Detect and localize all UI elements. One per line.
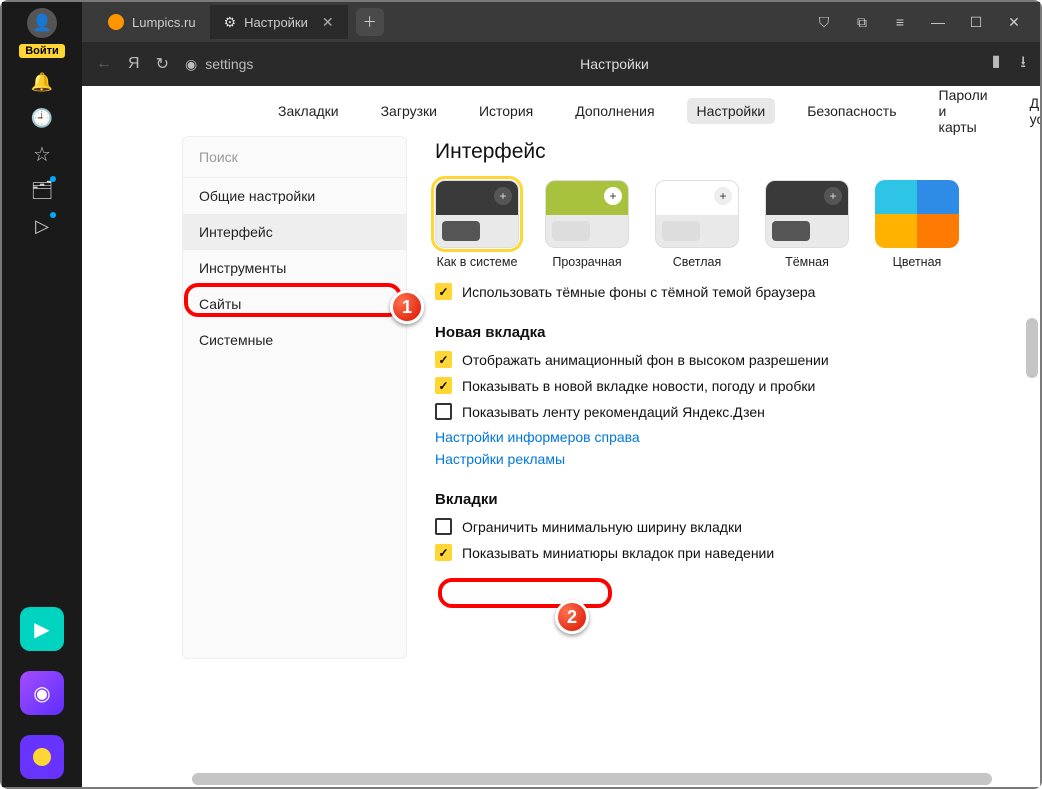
- new-tab-button[interactable]: ＋: [356, 8, 384, 36]
- nav-security[interactable]: Безопасность: [797, 98, 906, 124]
- page-title: Настройки: [269, 56, 959, 72]
- checkbox-dark-bg[interactable]: [435, 283, 452, 300]
- tab-label: Настройки: [244, 15, 308, 30]
- sidebar-item-interface[interactable]: Интерфейс: [183, 214, 406, 250]
- settings-sidebar: Поиск Общие настройки Интерфейс Инструме…: [182, 136, 407, 659]
- browser-window: Lumpics.ru ⚙ Настройки ✕ ＋ ⛉ ⧉ ≡ — ☐ ✕ ←…: [82, 2, 1040, 787]
- sidebar-item-general[interactable]: Общие настройки: [183, 178, 406, 214]
- nav-bookmarks[interactable]: Закладки: [268, 98, 349, 124]
- gear-icon: ⚙: [224, 14, 237, 31]
- settings-main: Интерфейс +↻ Как в системе +↻ Прозрачная…: [435, 136, 1040, 659]
- checkbox-label: Использовать тёмные фоны с тёмной темой …: [462, 284, 815, 300]
- yandex-icon[interactable]: Я: [128, 55, 140, 73]
- theme-picker: +↻ Как в системе +↻ Прозрачная +↻ Светла…: [435, 180, 1022, 269]
- checkbox-news[interactable]: [435, 377, 452, 394]
- nav-history[interactable]: История: [469, 98, 543, 124]
- back-button[interactable]: ←: [96, 55, 112, 73]
- bookmark-icon[interactable]: ▮: [992, 51, 1001, 78]
- download-icon[interactable]: ⭳: [1020, 51, 1026, 78]
- menu-icon[interactable]: ≡: [892, 14, 908, 31]
- theme-dark[interactable]: +↻ Тёмная: [765, 180, 849, 269]
- tab-bar: Lumpics.ru ⚙ Настройки ✕ ＋ ⛉ ⧉ ≡ — ☐ ✕: [82, 2, 1040, 42]
- nav-passwords[interactable]: Пароли и карты: [929, 86, 998, 140]
- close-icon[interactable]: ✕: [322, 14, 334, 31]
- minimize-button[interactable]: —: [930, 14, 946, 31]
- avatar[interactable]: 👤: [27, 8, 57, 38]
- login-badge[interactable]: Войти: [19, 44, 65, 58]
- copy-icon[interactable]: ⧉: [854, 14, 870, 31]
- docs-icon[interactable]: 🗂: [30, 178, 54, 202]
- address-bar: ← Я ↻ ◉ settings Настройки ▮ ⭳: [82, 42, 1040, 86]
- tab-settings[interactable]: ⚙ Настройки ✕: [210, 5, 348, 39]
- nav-settings[interactable]: Настройки: [687, 98, 776, 124]
- star-icon[interactable]: ☆: [30, 142, 54, 166]
- nav-downloads[interactable]: Загрузки: [371, 98, 447, 124]
- bell-icon[interactable]: 🔔: [30, 70, 54, 94]
- search-input[interactable]: Поиск: [183, 137, 406, 178]
- theme-color[interactable]: Цветная: [875, 180, 959, 269]
- app-tile-3[interactable]: [20, 735, 64, 779]
- app-tile-1[interactable]: ▶: [20, 607, 64, 651]
- checkbox-anim[interactable]: [435, 351, 452, 368]
- nav-other[interactable]: Другие ус: [1020, 90, 1040, 132]
- subsection-newtab: Новая вкладка: [435, 324, 1022, 341]
- shield-icon[interactable]: ⛉: [816, 14, 832, 31]
- link-informers[interactable]: Настройки информеров справа: [435, 429, 1022, 445]
- maximize-button[interactable]: ☐: [968, 14, 984, 31]
- sidebar-item-system[interactable]: Системные: [183, 322, 406, 358]
- app-tile-2[interactable]: ◉: [20, 671, 64, 715]
- theme-label: Светлая: [673, 255, 722, 269]
- subsection-tabs: Вкладки: [435, 491, 1022, 508]
- checkbox-label: Отображать анимационный фон в высоком ра…: [462, 352, 829, 368]
- section-title: Интерфейс: [435, 140, 1022, 164]
- horizontal-scrollbar[interactable]: [192, 773, 992, 785]
- theme-label: Тёмная: [785, 255, 829, 269]
- vertical-scrollbar[interactable]: [1026, 318, 1038, 378]
- theme-label: Цветная: [893, 255, 942, 269]
- theme-label: Прозрачная: [552, 255, 621, 269]
- theme-light[interactable]: +↻ Светлая: [655, 180, 739, 269]
- sidebar-item-sites[interactable]: Сайты: [183, 286, 406, 322]
- close-button[interactable]: ✕: [1006, 14, 1022, 31]
- checkbox-label: Показывать в новой вкладке новости, пого…: [462, 378, 815, 394]
- nav-addons[interactable]: Дополнения: [565, 98, 664, 124]
- tab-label: Lumpics.ru: [132, 15, 196, 30]
- theme-transparent[interactable]: +↻ Прозрачная: [545, 180, 629, 269]
- settings-topnav: Закладки Загрузки История Дополнения Нас…: [82, 86, 1040, 136]
- favicon-icon: [108, 14, 124, 30]
- play-icon[interactable]: ▷: [30, 214, 54, 238]
- checkbox-minwidth[interactable]: [435, 518, 452, 535]
- theme-label: Как в системе: [437, 255, 518, 269]
- checkbox-label: Показывать миниатюры вкладок при наведен…: [462, 545, 774, 561]
- tab-lumpics[interactable]: Lumpics.ru: [94, 5, 210, 39]
- url-box[interactable]: ◉ settings: [185, 56, 253, 73]
- checkbox-label: Показывать ленту рекомендаций Яндекс.Дзе…: [462, 404, 765, 420]
- globe-icon: ◉: [185, 56, 197, 73]
- reload-button[interactable]: ↻: [156, 54, 169, 74]
- checkbox-zen[interactable]: [435, 403, 452, 420]
- link-ads[interactable]: Настройки рекламы: [435, 451, 1022, 467]
- clock-icon[interactable]: 🕘: [30, 106, 54, 130]
- sidebar-item-tools[interactable]: Инструменты: [183, 250, 406, 286]
- url-text: settings: [205, 56, 253, 72]
- os-sidebar: 👤 Войти 🔔 🕘 ☆ 🗂 ▷ ▶ ◉: [2, 2, 82, 787]
- checkbox-label: Ограничить минимальную ширину вкладки: [462, 519, 742, 535]
- checkbox-thumbnails[interactable]: [435, 544, 452, 561]
- content-area: Закладки Загрузки История Дополнения Нас…: [82, 86, 1040, 787]
- theme-system[interactable]: +↻ Как в системе: [435, 180, 519, 269]
